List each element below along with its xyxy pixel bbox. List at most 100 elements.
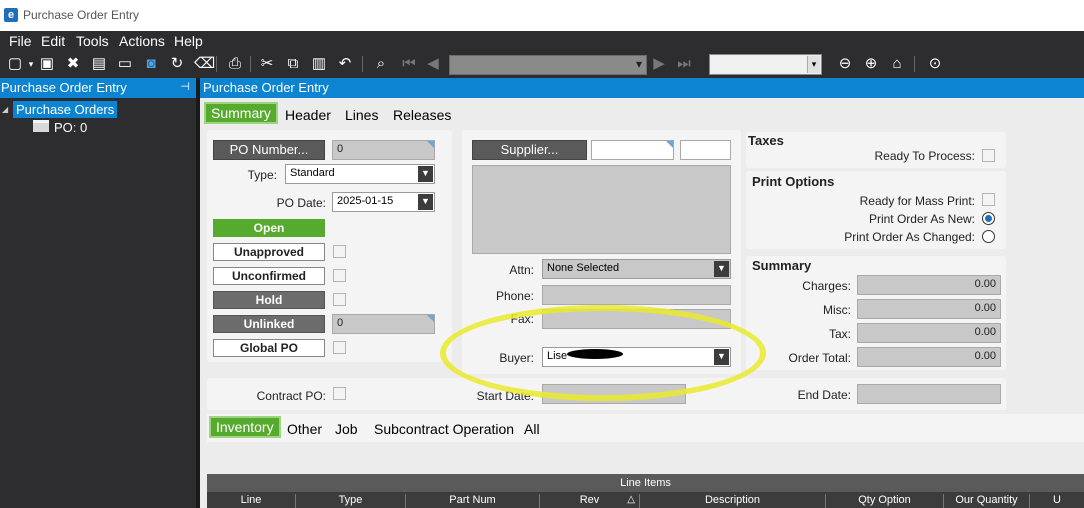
print-as-changed-radio[interactable] (982, 230, 995, 243)
phone-field[interactable] (542, 285, 731, 305)
navigation-combo[interactable]: ▾ (709, 54, 822, 75)
supplier-address-box (472, 165, 731, 254)
chevron-down-icon[interactable]: ▼ (714, 261, 729, 277)
copy-icon[interactable]: ⧉ (284, 55, 302, 73)
po-number-field[interactable]: 0 (332, 140, 435, 160)
pin-icon[interactable]: ⊣ (180, 80, 190, 93)
unlinked-field[interactable]: 0 (332, 314, 435, 334)
chevron-down-icon[interactable]: ▼ (418, 166, 433, 182)
order-total-field[interactable]: 0.00 (857, 347, 1001, 367)
column-header-part-num[interactable]: Part Num (406, 494, 540, 508)
tab-summary[interactable]: Summary (204, 102, 278, 124)
supplier-id-field[interactable] (591, 140, 674, 160)
unconfirmed-checkbox[interactable] (333, 269, 346, 282)
supplier-button[interactable]: Supplier... (472, 140, 587, 160)
contract-po-checkbox[interactable] (333, 387, 346, 400)
ready-mass-print-checkbox[interactable] (982, 193, 995, 206)
column-header-our-quantity[interactable]: Our Quantity (944, 494, 1030, 508)
unconfirmed-button[interactable]: Unconfirmed (213, 267, 325, 285)
first-record-icon[interactable]: ⏮ (400, 55, 418, 73)
previous-record-icon[interactable]: ◀ (424, 55, 442, 73)
po-number-button[interactable]: PO Number... (213, 140, 325, 160)
tab-other[interactable]: Other (287, 421, 322, 437)
attn-combo[interactable]: None Selected ▼ (542, 259, 731, 279)
highlight-annotation (440, 305, 766, 401)
print-as-new-radio[interactable] (982, 212, 995, 225)
tab-subcontract-operation[interactable]: Subcontract Operation (374, 421, 514, 437)
save-icon[interactable]: ▣ (38, 55, 56, 73)
menu-edit[interactable]: Edit (41, 33, 65, 49)
tree-node-purchase-orders[interactable]: Purchase Orders (13, 101, 118, 118)
end-date-field[interactable] (857, 384, 1001, 404)
column-header-rev[interactable]: Rev △ (540, 494, 640, 508)
charges-field[interactable]: 0.00 (857, 275, 1001, 295)
ready-to-process-checkbox[interactable] (982, 149, 995, 162)
tab-all[interactable]: All (524, 421, 540, 437)
unapproved-checkbox[interactable] (333, 245, 346, 258)
chevron-down-icon[interactable]: ▾ (807, 56, 820, 73)
note-icon[interactable]: ▭ (116, 55, 134, 73)
toolbar: ▢ ▾ ▣ ✖ ▤ ▭ ◙ ↻ ⌫ ⎙ ✂ ⧉ ▥ ↶ ⌕ ⏮ ◀ ▶ ⏭ ▾ … (0, 51, 1084, 78)
delete-icon[interactable]: ✖ (64, 55, 82, 73)
field-corner-marker (666, 141, 673, 148)
type-combo[interactable]: Standard ▼ (285, 164, 435, 184)
global-po-checkbox[interactable] (333, 341, 346, 354)
contract-po-label: Contract PO: (256, 389, 326, 403)
back-icon[interactable]: ⊖ (836, 55, 854, 73)
attachment-icon[interactable]: ◙ (142, 55, 160, 73)
print-icon[interactable]: ⎙ (226, 55, 244, 73)
play-icon[interactable]: ⊙ (926, 55, 944, 73)
global-po-button[interactable]: Global PO (213, 339, 325, 357)
attn-label: Attn: (509, 263, 534, 277)
toolbar-separator (914, 56, 915, 72)
po-date-field[interactable]: 2025-01-15 ▼ (332, 192, 435, 212)
menu-actions[interactable]: Actions (119, 33, 165, 49)
clear-icon[interactable]: ⌫ (194, 55, 215, 73)
type-value: Standard (290, 167, 335, 179)
summary-title: Summary (752, 258, 812, 273)
open-status[interactable]: Open (213, 219, 325, 237)
unlinked-button[interactable]: Unlinked (213, 315, 325, 333)
menu-help[interactable]: Help (174, 33, 203, 49)
paste-icon[interactable]: ▥ (310, 55, 328, 73)
tree-pane-header: Purchase Order Entry ⊣ (0, 78, 196, 98)
calendar-dropdown-icon[interactable]: ▼ (418, 194, 433, 210)
refresh-icon[interactable]: ↻ (168, 55, 186, 73)
line-sub-tabs: Inventory Other Job Subcontract Operatio… (207, 414, 1084, 442)
menu-file[interactable]: File (9, 33, 32, 49)
tab-header[interactable]: Header (285, 107, 331, 123)
tab-lines[interactable]: Lines (345, 107, 378, 123)
forward-icon[interactable]: ⊕ (862, 55, 880, 73)
line-items-caption: Line Items (207, 474, 1084, 492)
search-icon[interactable]: ⌕ (372, 55, 390, 73)
misc-field[interactable]: 0.00 (857, 299, 1001, 319)
tab-job[interactable]: Job (335, 421, 358, 437)
column-header-uom[interactable]: U (1030, 494, 1084, 508)
undo-icon[interactable]: ↶ (336, 55, 354, 73)
folder-icon (33, 120, 49, 132)
main-tabs: Summary Header Lines Releases (200, 98, 1084, 126)
unapproved-button[interactable]: Unapproved (213, 243, 325, 261)
sort-ascending-icon: △ (627, 494, 635, 505)
cut-icon[interactable]: ✂ (258, 55, 276, 73)
tree-expander-icon[interactable]: ◢ (2, 105, 8, 114)
next-record-icon[interactable]: ▶ (650, 55, 668, 73)
record-navigator-combo[interactable] (449, 55, 647, 75)
column-header-line[interactable]: Line (207, 494, 296, 508)
last-record-icon[interactable]: ⏭ (675, 55, 693, 73)
tree-pane: Purchase Order Entry ⊣ ◢ Purchase Orders… (0, 78, 196, 508)
tax-field[interactable]: 0.00 (857, 323, 1001, 343)
home-icon[interactable]: ⌂ (888, 55, 906, 73)
column-header-type[interactable]: Type (296, 494, 406, 508)
column-header-description[interactable]: Description (640, 494, 826, 508)
tab-releases[interactable]: Releases (393, 107, 451, 123)
hold-checkbox[interactable] (333, 293, 346, 306)
hold-button[interactable]: Hold (213, 291, 325, 309)
open-book-icon[interactable]: ▤ (90, 55, 108, 73)
tree-node-po[interactable]: PO: 0 (54, 120, 87, 135)
column-header-qty-option[interactable]: Qty Option (826, 494, 944, 508)
tab-inventory[interactable]: Inventory (209, 416, 281, 438)
title-bar: e Purchase Order Entry (0, 0, 1084, 31)
menu-tools[interactable]: Tools (76, 33, 109, 49)
supplier-name-field[interactable] (680, 140, 731, 160)
